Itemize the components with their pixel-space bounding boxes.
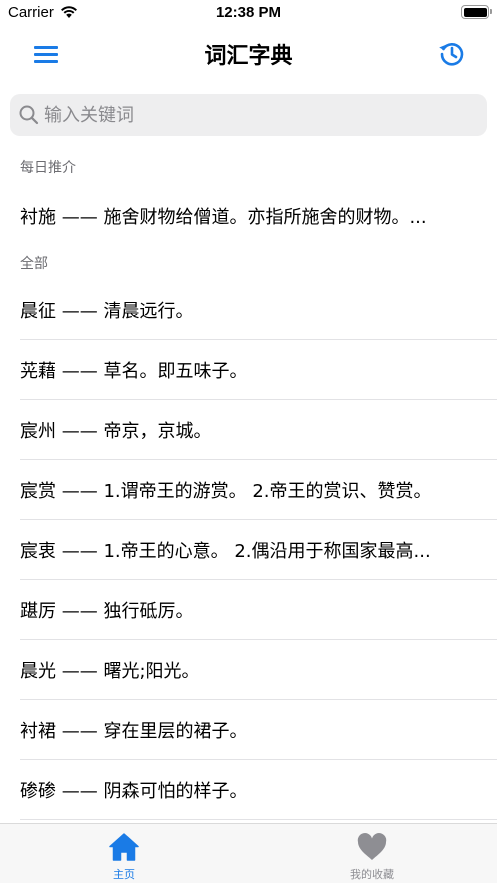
list-item-text: 晨光 —— 曙光;阳光。 bbox=[20, 661, 200, 682]
tab-bar: 主页 我的收藏 bbox=[0, 823, 497, 883]
tab-favorites[interactable]: 我的收藏 bbox=[248, 824, 496, 883]
section-header-daily: 每日推介 bbox=[20, 160, 76, 176]
daily-recommend-text: 衬施 —— 施舍财物给僧道。亦指所施舍的财物。... bbox=[20, 207, 427, 228]
page-title: 词汇字典 bbox=[204, 44, 293, 69]
list-item[interactable]: 踸厉 —— 独行砥厉。 bbox=[0, 580, 497, 640]
list-item[interactable]: 宸州 —— 帝京，京城。 bbox=[0, 400, 497, 460]
search-bar[interactable] bbox=[10, 94, 487, 136]
daily-recommend-item[interactable]: 衬施 —— 施舍财物给僧道。亦指所施舍的财物。... bbox=[0, 188, 497, 244]
list-item-text: 宸衷 —— 1.帝王的心意。 2.偶沿用于称国家最高... bbox=[20, 541, 431, 562]
list-item-text: 踸厉 —— 独行砥厉。 bbox=[20, 601, 194, 622]
section-header-all: 全部 bbox=[20, 256, 48, 272]
search-input[interactable] bbox=[44, 94, 464, 136]
list-item-text: 宸州 —— 帝京，京城。 bbox=[20, 421, 212, 442]
navigation-bar: 词汇字典 bbox=[0, 26, 497, 80]
status-time: 12:38 PM bbox=[215, 4, 282, 21]
home-icon bbox=[108, 832, 140, 866]
list-item[interactable]: 宸赏 —— 1.谓帝王的游赏。 2.帝王的赏识、赞赏。 bbox=[0, 460, 497, 520]
search-icon bbox=[18, 104, 40, 130]
list-item-text: 宸赏 —— 1.谓帝王的游赏。 2.帝王的赏识、赞赏。 bbox=[20, 481, 432, 502]
heart-icon bbox=[356, 832, 388, 866]
battery-icon bbox=[461, 5, 492, 19]
tab-home[interactable]: 主页 bbox=[0, 824, 248, 883]
list-item[interactable]: 晨征 —— 清晨远行。 bbox=[0, 280, 497, 340]
history-icon bbox=[439, 42, 464, 66]
tab-home-label: 主页 bbox=[113, 868, 135, 881]
list-item-text: 茪藉 —— 草名。即五味子。 bbox=[20, 361, 248, 382]
list-item-text: 碜碜 —— 阴森可怕的样子。 bbox=[20, 781, 248, 802]
list-item-text: 衬裙 —— 穿在里层的裙子。 bbox=[20, 721, 248, 742]
list-item[interactable]: 晨光 —— 曙光;阳光。 bbox=[0, 640, 497, 700]
list-item-text: 晨征 —— 清晨远行。 bbox=[20, 301, 194, 322]
status-bar: Carrier 12:38 PM bbox=[0, 0, 497, 26]
list-item[interactable]: 宸衷 —— 1.帝王的心意。 2.偶沿用于称国家最高... bbox=[0, 520, 497, 580]
tab-favorites-label: 我的收藏 bbox=[350, 868, 394, 881]
history-button[interactable] bbox=[436, 38, 468, 70]
list-item[interactable]: 衬裙 —— 穿在里层的裙子。 bbox=[0, 700, 497, 760]
word-list: 晨征 —— 清晨远行。 茪藉 —— 草名。即五味子。 宸州 —— 帝京，京城。 … bbox=[0, 280, 497, 820]
list-item[interactable]: 碜碜 —— 阴森可怕的样子。 bbox=[0, 760, 497, 820]
list-item[interactable]: 茪藉 —— 草名。即五味子。 bbox=[0, 340, 497, 400]
